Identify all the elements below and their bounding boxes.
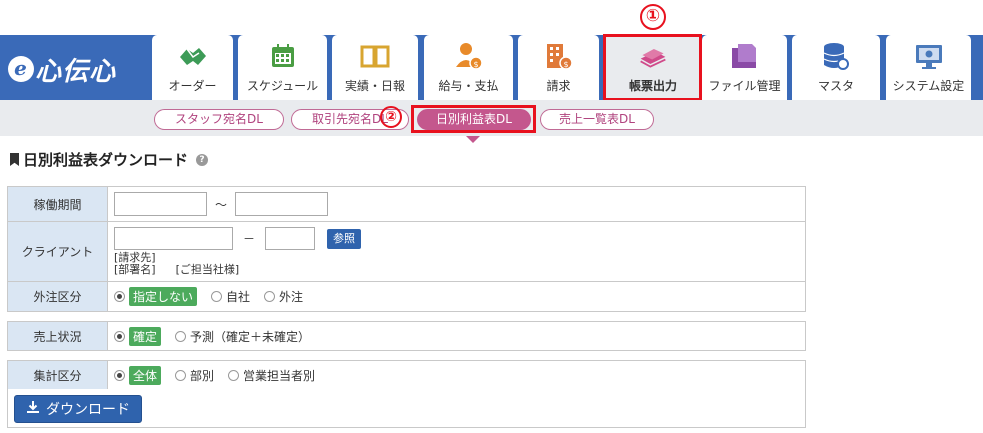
- outsource-radio-unspecified[interactable]: 指定しない: [114, 287, 198, 306]
- client-branch-input[interactable]: [265, 227, 316, 250]
- building-invoice-icon: $: [544, 41, 574, 71]
- sales-status-label: 売上状況: [8, 322, 108, 350]
- sales-status-radio-confirmed[interactable]: 確定: [114, 326, 162, 346]
- client-rep-text: [ご担当社様]: [175, 263, 240, 276]
- annotation-highlight-2: [411, 105, 536, 133]
- aggregation-radio-all[interactable]: 全体: [114, 365, 162, 385]
- aggregation-radio-sales-rep[interactable]: 営業担当者別: [228, 367, 315, 384]
- period-label: 稼働期間: [8, 187, 108, 221]
- filter-form-main: 稼働期間 ～ クライアント － 参照 [請求先] [部署名] [ご担当社様] 外…: [7, 186, 806, 312]
- period-from-input[interactable]: [114, 192, 207, 216]
- bookmark-icon: [10, 153, 19, 166]
- aggregation-radio-department[interactable]: 部別: [175, 367, 214, 384]
- folder-icon: [730, 41, 760, 71]
- handshake-icon: [178, 41, 208, 71]
- client-separator: －: [243, 232, 256, 246]
- calendar-icon: [268, 41, 298, 71]
- download-button[interactable]: ダウンロード: [14, 395, 142, 423]
- aggregation-label: 集計区分: [8, 361, 108, 389]
- row-outsource: 外注区分 指定しない 自社 外注: [8, 282, 805, 311]
- annotation-marker-2: ②: [380, 106, 402, 128]
- svg-text:$: $: [473, 60, 478, 69]
- annotation-highlight-1: [603, 34, 702, 101]
- period-separator: ～: [215, 197, 228, 212]
- svg-text:$: $: [563, 60, 568, 69]
- row-client: クライアント － 参照 [請求先] [部署名] [ご担当社様]: [8, 222, 805, 282]
- nav-tab-master[interactable]: マスタ: [792, 35, 880, 100]
- monitor-settings-icon: [914, 41, 944, 71]
- book-icon: [360, 41, 390, 71]
- subnav-sales-list-dl[interactable]: 売上一覧表DL: [540, 109, 654, 130]
- outsource-label: 外注区分: [8, 282, 108, 311]
- client-dept-text: [部署名]: [114, 263, 156, 276]
- row-period: 稼働期間 ～: [8, 187, 805, 222]
- nav-tab-order[interactable]: オーダー: [152, 35, 233, 100]
- nav-tab-system-settings[interactable]: システム設定: [886, 35, 971, 100]
- annotation-marker-1: ①: [640, 4, 666, 30]
- period-to-input[interactable]: [235, 192, 329, 216]
- outsource-radio-inhouse[interactable]: 自社: [211, 288, 250, 305]
- outsource-radio-external[interactable]: 外注: [264, 288, 303, 305]
- nav-tab-payroll[interactable]: $ 給与・支払: [424, 35, 513, 100]
- client-code-input[interactable]: [114, 227, 233, 250]
- client-label: クライアント: [8, 222, 108, 281]
- page-title: 日別利益表ダウンロード ?: [10, 149, 209, 170]
- row-sales-status: 売上状況 確定 予測（確定＋未確定）: [8, 322, 805, 350]
- filter-form-sales-status: 売上状況 確定 予測（確定＋未確定）: [7, 321, 806, 351]
- client-reference-button[interactable]: 参照: [327, 228, 362, 249]
- sales-status-radio-forecast[interactable]: 予測（確定＋未確定）: [175, 328, 310, 345]
- subnav-staff-address-dl[interactable]: スタッフ宛名DL: [154, 109, 284, 130]
- database-gear-icon: [821, 41, 851, 71]
- row-aggregation: 集計区分 全体 部別 営業担当者別: [8, 361, 805, 389]
- nav-tab-schedule[interactable]: スケジュール: [238, 35, 327, 100]
- nav-tab-results[interactable]: 実績・日報: [332, 35, 418, 100]
- nav-tab-files[interactable]: ファイル管理: [702, 35, 787, 100]
- app-logo[interactable]: e 心伝心: [8, 51, 148, 87]
- download-icon: [26, 400, 40, 418]
- payment-person-icon: $: [454, 41, 484, 71]
- nav-tab-billing[interactable]: $ 請求: [518, 35, 599, 100]
- top-nav-bar: e 心伝心 オーダー スケジュール 実績・日報 $ 給与・支払 $ 請求 帳票出…: [0, 35, 983, 100]
- active-tab-pointer: [466, 136, 480, 143]
- help-icon[interactable]: ?: [196, 153, 209, 166]
